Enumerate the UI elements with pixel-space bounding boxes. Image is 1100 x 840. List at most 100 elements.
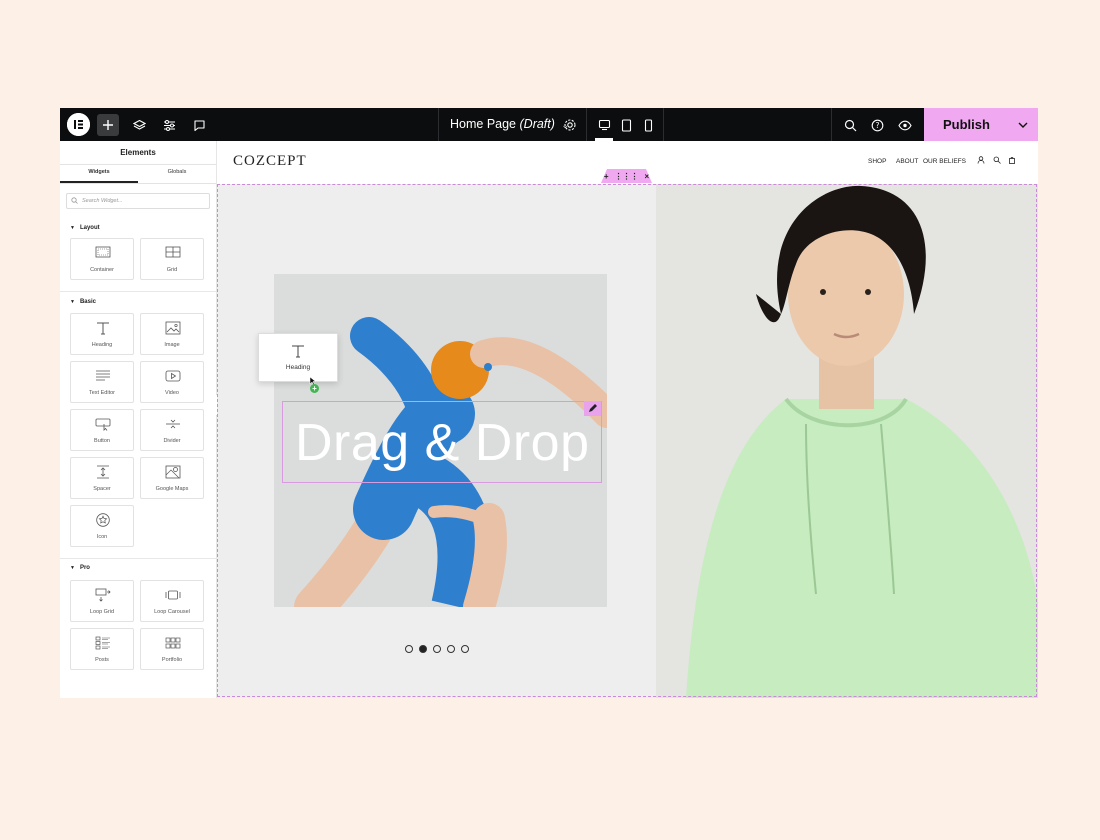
section-handle[interactable]: + ⋮⋮⋮ × — [601, 169, 652, 183]
add-element-button[interactable] — [97, 114, 119, 136]
widget-label: Loop Grid — [89, 609, 115, 615]
comment-icon — [193, 119, 205, 131]
widget-label: Heading — [285, 364, 311, 371]
widget-google-maps[interactable]: Google Maps — [140, 457, 204, 499]
search-icon[interactable] — [993, 156, 1001, 164]
drag-handle-icon[interactable]: ⋮⋮⋮ — [615, 172, 639, 181]
container-icon — [95, 246, 111, 258]
mobile-icon — [644, 118, 652, 132]
nav-shop[interactable]: SHOP — [868, 158, 886, 165]
widget-loop-grid[interactable]: Loop Grid — [70, 580, 134, 622]
widget-loop-carousel[interactable]: Loop Carousel — [140, 580, 204, 622]
nav-about[interactable]: ABOUT — [896, 158, 918, 165]
carousel-dot[interactable] — [447, 645, 455, 653]
text-editor-icon — [96, 370, 110, 381]
posts-icon — [95, 636, 110, 650]
svg-text:?: ? — [875, 121, 879, 130]
button-icon — [95, 418, 111, 431]
carousel-pagination — [405, 645, 469, 653]
panel-title: Elements — [120, 148, 156, 157]
preview-button[interactable] — [894, 114, 916, 136]
page-title-dropdown[interactable]: Home Page (Draft) ⌄ — [450, 117, 569, 131]
star-icon — [96, 513, 110, 527]
category-basic[interactable]: ▼ Basic — [70, 299, 96, 305]
carousel-icon — [165, 590, 181, 600]
search-icon — [71, 197, 78, 204]
site-logo[interactable]: COZCEPT — [233, 153, 307, 170]
tab-widgets[interactable]: Widgets — [60, 169, 138, 175]
tablet-view-button[interactable] — [615, 114, 637, 136]
cart-icon[interactable] — [1008, 156, 1016, 164]
divider — [60, 183, 216, 184]
gear-icon — [564, 119, 576, 131]
widget-label: Text Editor — [89, 390, 115, 396]
widget-heading[interactable]: Heading — [70, 313, 134, 355]
sliders-icon — [163, 119, 175, 131]
category-label: Layout — [79, 225, 100, 231]
image-icon — [165, 321, 181, 335]
publish-button[interactable]: Publish — [924, 108, 1038, 141]
page-canvas: COZCEPT SHOP ABOUT OUR BELIEFS Drag & Dr… — [217, 141, 1038, 698]
widget-posts[interactable]: Posts — [70, 628, 134, 670]
widget-grid[interactable]: Grid — [140, 238, 204, 280]
layers-icon — [132, 119, 146, 130]
model-photo — [656, 184, 1038, 698]
hero-right-image — [656, 184, 1038, 698]
search-placeholder: Search Widget... — [82, 198, 123, 204]
tab-globals[interactable]: Globals — [138, 169, 216, 175]
pencil-icon — [589, 404, 597, 412]
structure-button[interactable] — [128, 114, 150, 136]
dragged-heading-widget[interactable]: Heading — [258, 333, 338, 382]
chevron-down-icon[interactable] — [1016, 118, 1030, 132]
video-icon — [165, 370, 181, 382]
site-settings-button[interactable] — [158, 114, 180, 136]
tablet-icon — [621, 118, 631, 132]
user-icon[interactable] — [977, 156, 985, 164]
widget-label: Posts — [95, 657, 109, 663]
widget-video[interactable]: Video — [140, 361, 204, 403]
carousel-dot[interactable] — [461, 645, 469, 653]
carousel-dot-active[interactable] — [419, 645, 427, 653]
divider — [586, 108, 587, 141]
widget-portfolio[interactable]: Portfolio — [140, 628, 204, 670]
carousel-dot[interactable] — [405, 645, 413, 653]
widget-icon[interactable]: Icon — [70, 505, 134, 547]
edit-widget-button[interactable] — [584, 401, 601, 416]
widget-image[interactable]: Image — [140, 313, 204, 355]
publish-label: Publish — [943, 117, 990, 132]
notes-button[interactable] — [188, 114, 210, 136]
add-section-icon[interactable]: + — [604, 172, 609, 181]
widget-text-editor[interactable]: Text Editor — [70, 361, 134, 403]
widget-label: Google Maps — [155, 486, 189, 492]
editor-window: Home Page (Draft) ⌄ ? Publish Elements W… — [60, 108, 1038, 698]
loop-grid-icon — [95, 588, 111, 602]
desktop-view-button[interactable] — [593, 114, 615, 136]
finder-button[interactable] — [839, 114, 861, 136]
mobile-view-button[interactable] — [637, 114, 659, 136]
heading-icon — [292, 345, 304, 358]
page-settings-button[interactable] — [559, 114, 581, 136]
widget-spacer[interactable]: Spacer — [70, 457, 134, 499]
widget-button[interactable]: Button — [70, 409, 134, 451]
elementor-logo-icon[interactable] — [67, 113, 90, 136]
close-icon[interactable]: × — [645, 172, 650, 181]
category-label: Basic — [79, 299, 96, 305]
hero-heading[interactable]: Drag & Drop — [295, 413, 590, 473]
nav-our-beliefs[interactable]: OUR BELIEFS — [923, 158, 966, 165]
category-layout[interactable]: ▼ Layout — [70, 225, 100, 231]
search-widget-input[interactable]: Search Widget... — [66, 193, 210, 209]
widget-label: Heading — [91, 342, 113, 348]
caret-down-icon: ▼ — [70, 225, 75, 231]
carousel-dot[interactable] — [433, 645, 441, 653]
category-pro[interactable]: ▼ Pro — [70, 565, 90, 571]
widget-divider[interactable]: Divider — [140, 409, 204, 451]
map-icon — [165, 465, 181, 479]
divider — [60, 164, 216, 165]
elements-panel: Elements Widgets Globals Search Widget..… — [60, 141, 217, 698]
page-status: (Draft) — [519, 117, 555, 131]
grid-icon — [165, 246, 181, 258]
divider — [60, 291, 216, 292]
widget-label: Loop Carousel — [154, 609, 190, 615]
help-button[interactable]: ? — [866, 114, 888, 136]
widget-container[interactable]: Container — [70, 238, 134, 280]
